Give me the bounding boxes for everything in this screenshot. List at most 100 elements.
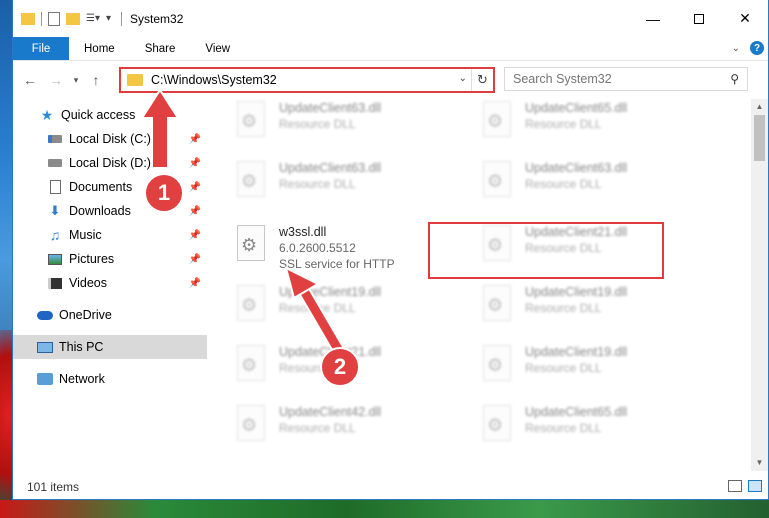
minimize-button[interactable]: — <box>630 0 676 37</box>
dll-file-icon: ⚙ <box>479 343 515 385</box>
chevron-down-icon[interactable]: ▾ <box>106 13 111 24</box>
file-name: UpdateClient65.dll <box>525 405 628 419</box>
file-item[interactable]: ⚙ UpdateClient65.dll Resource DLL <box>479 99 709 149</box>
file-item[interactable]: ⚙ UpdateClient19.dll Resource DLL <box>479 283 709 333</box>
sidebar-item-label: Pictures <box>69 252 115 266</box>
sidebar-item-network[interactable]: Network <box>13 367 207 391</box>
sidebar-item-local-disk-c[interactable]: Local Disk (C:) 📌 <box>13 127 207 151</box>
close-button[interactable]: ✕ <box>722 0 768 37</box>
file-item[interactable]: ⚙ UpdateClient19.dll Resource DLL <box>479 343 709 393</box>
cloud-icon <box>37 308 53 322</box>
maximize-icon <box>694 13 704 24</box>
new-folder-icon[interactable] <box>66 12 80 25</box>
back-arrow-icon[interactable]: ← <box>17 72 43 88</box>
tab-view[interactable]: View <box>190 37 245 60</box>
file-item[interactable]: ⚙ UpdateClient63.dll Resource DLL <box>479 159 709 209</box>
file-name: UpdateClient63.dll <box>525 161 628 175</box>
expand-ribbon-icon[interactable]: ⌄ <box>732 43 740 54</box>
dll-file-icon: ⚙ <box>233 99 269 141</box>
file-description: SSL service for HTTP <box>279 257 395 271</box>
search-box[interactable]: ⚲ <box>504 67 748 91</box>
refresh-icon[interactable]: ↻ <box>471 69 493 91</box>
callout-1: 1 <box>144 173 184 213</box>
file-description: Resource DLL <box>279 177 356 191</box>
file-item[interactable]: ⚙ UpdateClient65.dll Resource DLL <box>479 403 709 453</box>
navigation-pane: ★ Quick access Local Disk (C:) 📌 Local D… <box>13 99 207 471</box>
file-item[interactable]: ⚙ UpdateClient63.dll Resource DLL <box>233 99 463 149</box>
file-description: Resource DLL <box>279 117 356 131</box>
file-item[interactable]: ⚙ UpdateClient19.dll Resource DLL <box>233 283 463 333</box>
tab-home[interactable]: Home <box>69 37 130 60</box>
sidebar-item-videos[interactable]: Videos 📌 <box>13 271 207 295</box>
file-item[interactable]: ⚙ UpdateClient63.dll Resource DLL <box>233 159 463 209</box>
dll-file-icon: ⚙ <box>479 283 515 325</box>
customize-toolbar-icon[interactable]: ☰▾ <box>86 13 100 24</box>
pin-icon[interactable]: 📌 <box>189 134 201 145</box>
title-divider <box>121 11 123 26</box>
scroll-down-icon[interactable]: ▼ <box>751 455 768 471</box>
file-description: Resource DLL <box>279 421 356 435</box>
file-name: w3ssl.dll <box>279 225 327 239</box>
window-title: System32 <box>130 11 184 26</box>
title-bar: ☰▾ ▾ System32 — ✕ <box>13 0 768 37</box>
chevron-down-icon[interactable]: ⌄ <box>459 73 467 84</box>
file-name: UpdateClient42.dll <box>279 405 382 419</box>
dll-file-icon: ⚙ <box>479 159 515 201</box>
file-item[interactable]: ⚙ UpdateClient42.dll Resource DLL <box>233 403 463 453</box>
file-explorer-window: ☰▾ ▾ System32 — ✕ File Home Share View ⌄… <box>12 0 769 500</box>
sidebar-item-music[interactable]: ♫ Music 📌 <box>13 223 207 247</box>
scroll-up-icon[interactable]: ▲ <box>751 99 768 115</box>
dll-file-icon: ⚙ <box>233 343 269 385</box>
toolbar-divider <box>41 11 42 26</box>
status-bar: 101 items <box>13 475 768 499</box>
pictures-icon <box>47 252 63 266</box>
document-icon <box>47 180 63 194</box>
scrollbar-thumb[interactable] <box>754 115 765 161</box>
sidebar-item-pictures[interactable]: Pictures 📌 <box>13 247 207 271</box>
drive-icon <box>47 132 63 146</box>
up-arrow-icon[interactable]: ↑ <box>83 72 109 88</box>
address-path[interactable]: C:\Windows\System32 <box>151 73 277 87</box>
tab-share[interactable]: Share <box>130 37 191 60</box>
file-list: ⚙ UpdateClient63.dll Resource DLL ⚙ Updat… <box>207 99 768 471</box>
search-icon[interactable]: ⚲ <box>730 72 739 86</box>
vertical-scrollbar[interactable]: ▲ ▼ <box>751 99 768 471</box>
folder-icon <box>127 74 143 86</box>
pin-icon[interactable]: 📌 <box>189 158 201 169</box>
pin-icon[interactable]: 📌 <box>189 254 201 265</box>
help-icon[interactable]: ? <box>750 41 764 55</box>
file-description: Resource DLL <box>525 117 602 131</box>
sidebar-item-quick-access[interactable]: ★ Quick access <box>13 103 207 127</box>
pin-icon[interactable]: 📌 <box>189 182 201 193</box>
maximize-button[interactable] <box>676 0 722 37</box>
details-view-icon[interactable] <box>728 480 742 492</box>
pin-icon[interactable]: 📌 <box>189 278 201 289</box>
dll-file-icon: ⚙ <box>233 283 269 325</box>
video-icon <box>47 276 63 290</box>
minimize-icon: — <box>646 10 660 27</box>
sidebar-item-this-pc[interactable]: This PC <box>13 335 207 359</box>
desktop-background-strip <box>0 500 769 518</box>
dll-file-icon: ⚙ <box>233 223 269 265</box>
pin-icon[interactable]: 📌 <box>189 206 201 217</box>
forward-arrow-icon[interactable]: → <box>43 72 69 88</box>
recent-locations-icon[interactable]: ▾ <box>69 75 83 86</box>
tab-file[interactable]: File <box>13 37 69 60</box>
properties-icon[interactable] <box>48 11 60 26</box>
network-icon <box>37 372 53 386</box>
sidebar-item-label: Network <box>59 372 105 386</box>
search-input[interactable] <box>513 72 713 86</box>
sidebar-item-local-disk-d[interactable]: Local Disk (D:) 📌 <box>13 151 207 175</box>
folder-icon[interactable] <box>21 12 35 25</box>
item-count: 101 items <box>27 480 80 494</box>
main-area: ★ Quick access Local Disk (C:) 📌 Local D… <box>13 99 768 471</box>
pin-icon[interactable]: 📌 <box>189 230 201 241</box>
address-bar[interactable]: C:\Windows\System32 ⌄ ↻ <box>119 67 495 93</box>
ribbon-controls: ⌄ ? <box>732 41 764 55</box>
computer-icon <box>37 340 53 354</box>
sidebar-item-label: Videos <box>69 276 107 290</box>
sidebar-item-onedrive[interactable]: OneDrive <box>13 303 207 327</box>
file-version: 6.0.2600.5512 <box>279 241 356 255</box>
tiles-view-icon[interactable] <box>748 480 762 492</box>
dll-file-icon: ⚙ <box>479 403 515 445</box>
